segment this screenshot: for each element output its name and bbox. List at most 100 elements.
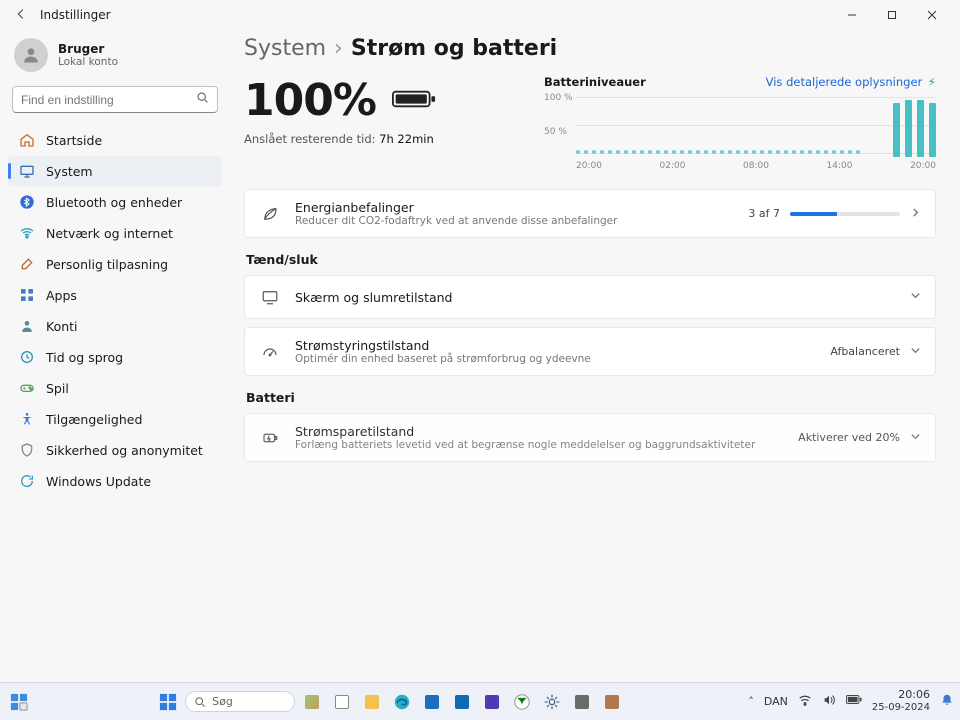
sidebar-item-label: Apps <box>46 288 77 303</box>
taskbar-explorer[interactable] <box>359 689 385 715</box>
sidebar-item-label: Tid og sprog <box>46 350 123 365</box>
remaining-value: 7h 22min <box>379 132 434 146</box>
taskbar-app[interactable] <box>329 689 355 715</box>
tray-date: 25-09-2024 <box>872 702 930 714</box>
taskbar-xbox[interactable] <box>509 689 535 715</box>
saver-icon <box>259 427 281 449</box>
taskbar-store[interactable] <box>419 689 445 715</box>
card-sub: Optimér din enhed baseret på strømforbru… <box>295 353 816 365</box>
page: System › Strøm og batteri 100% Anslået r… <box>230 30 960 682</box>
chart-details-link[interactable]: Vis detaljerede oplysninger ⚡ <box>766 75 936 89</box>
sidebar-item-home[interactable]: Startside <box>8 125 222 155</box>
sidebar-item-update[interactable]: Windows Update <box>8 466 222 496</box>
sidebar: Bruger Lokal konto Startside System Blue… <box>0 30 230 682</box>
shield-icon <box>18 441 36 459</box>
minimize-button[interactable] <box>832 0 872 30</box>
screen-icon <box>259 286 281 308</box>
taskbar-app[interactable] <box>479 689 505 715</box>
sidebar-item-accounts[interactable]: Konti <box>8 311 222 341</box>
tray-volume-icon[interactable] <box>822 693 836 710</box>
battery-percentage: 100% <box>244 75 376 126</box>
card-power-mode[interactable]: Strømstyringstilstand Optimér din enhed … <box>244 327 936 376</box>
section-power: Tænd/sluk <box>246 252 936 267</box>
accessibility-icon <box>18 410 36 428</box>
saver-value[interactable]: Aktiverer ved 20% <box>798 431 900 444</box>
chevron-down-icon <box>910 431 921 445</box>
taskbar-search[interactable]: Søg <box>185 691 295 712</box>
system-icon <box>18 162 36 180</box>
taskbar-widgets[interactable] <box>6 689 32 715</box>
tray-chevron-icon[interactable]: ˄ <box>748 695 754 708</box>
account-name: Bruger <box>58 42 118 56</box>
maximize-button[interactable] <box>872 0 912 30</box>
sidebar-item-games[interactable]: Spil <box>8 373 222 403</box>
battery-chart: 100 % 50 % 20:0002:0008:0014:0020:00 <box>544 93 936 171</box>
card-title: Skærm og slumretilstand <box>295 290 896 305</box>
card-sub: Reducer dit CO2-fodaftryk ved at anvende… <box>295 215 734 227</box>
sidebar-item-security[interactable]: Sikkerhed og anonymitet <box>8 435 222 465</box>
home-icon <box>18 131 36 149</box>
close-button[interactable] <box>912 0 952 30</box>
tray-time: 20:06 <box>872 689 930 702</box>
search-icon <box>196 91 209 108</box>
gauge-icon <box>259 341 281 363</box>
sidebar-item-label: Bluetooth og enheder <box>46 195 182 210</box>
titlebar: Indstillinger <box>0 0 960 30</box>
account-block[interactable]: Bruger Lokal konto <box>8 36 222 80</box>
energy-count: 3 af 7 <box>748 207 780 220</box>
sidebar-item-label: Sikkerhed og anonymitet <box>46 443 203 458</box>
sidebar-item-accessibility[interactable]: Tilgængelighed <box>8 404 222 434</box>
tray-notifications-icon[interactable] <box>940 693 954 710</box>
avatar <box>14 38 48 72</box>
tray-language[interactable]: DAN <box>764 695 788 708</box>
tray-battery-icon[interactable] <box>846 694 862 708</box>
tray-clock[interactable]: 20:06 25-09-2024 <box>872 689 930 713</box>
taskbar-app[interactable] <box>599 689 625 715</box>
search-input[interactable] <box>21 93 196 107</box>
chart-ylabel-100: 100 % <box>544 93 573 103</box>
sidebar-item-label: Netværk og internet <box>46 226 173 241</box>
sidebar-item-system[interactable]: System <box>8 156 222 186</box>
card-battery-saver[interactable]: Strømsparetilstand Forlæng batteriets le… <box>244 413 936 462</box>
sidebar-item-apps[interactable]: Apps <box>8 280 222 310</box>
card-title: Energianbefalinger <box>295 200 734 215</box>
brush-icon <box>18 255 36 273</box>
sidebar-item-network[interactable]: Netværk og internet <box>8 218 222 248</box>
apps-icon <box>18 286 36 304</box>
card-energy[interactable]: Energianbefalinger Reducer dit CO2-fodaf… <box>244 189 936 238</box>
battery-remaining: Anslået resterende tid: 7h 22min <box>244 132 504 146</box>
game-icon <box>18 379 36 397</box>
breadcrumb-sep: › <box>334 36 343 61</box>
window-title: Indstillinger <box>40 8 111 22</box>
chart-ylabel-50: 50 % <box>544 127 567 137</box>
sidebar-item-bluetooth[interactable]: Bluetooth og enheder <box>8 187 222 217</box>
sidebar-item-label: Personlig tilpasning <box>46 257 168 272</box>
bluetooth-icon <box>18 193 36 211</box>
start-button[interactable] <box>155 689 181 715</box>
back-button[interactable] <box>8 7 34 24</box>
taskbar-edge[interactable] <box>389 689 415 715</box>
card-title: Strømsparetilstand <box>295 424 784 439</box>
taskbar-settings[interactable] <box>539 689 565 715</box>
sidebar-item-label: Konti <box>46 319 78 334</box>
sidebar-item-personalize[interactable]: Personlig tilpasning <box>8 249 222 279</box>
sidebar-item-label: Tilgængelighed <box>46 412 142 427</box>
card-screen-sleep[interactable]: Skærm og slumretilstand <box>244 275 936 319</box>
page-title: Strøm og batteri <box>351 36 557 61</box>
taskbar-taskview[interactable] <box>299 689 325 715</box>
card-sub: Forlæng batteriets levetid ved at begræn… <box>295 439 784 451</box>
search-box[interactable] <box>12 86 218 113</box>
sidebar-item-label: Startside <box>46 133 102 148</box>
chart-title: Batteriniveauer <box>544 75 646 89</box>
taskbar-app[interactable] <box>449 689 475 715</box>
content: Bruger Lokal konto Startside System Blue… <box>0 30 960 682</box>
card-title: Strømstyringstilstand <box>295 338 816 353</box>
tray-network-icon[interactable] <box>798 693 812 710</box>
account-sub: Lokal konto <box>58 56 118 68</box>
breadcrumb-root[interactable]: System <box>244 36 326 61</box>
sidebar-item-time[interactable]: Tid og sprog <box>8 342 222 372</box>
power-mode-value[interactable]: Afbalanceret <box>830 345 900 358</box>
taskbar: Søg ˄ DAN 20:06 25-09-2024 <box>0 682 960 720</box>
nav-list: Startside System Bluetooth og enheder Ne… <box>8 125 222 496</box>
taskbar-app[interactable] <box>569 689 595 715</box>
